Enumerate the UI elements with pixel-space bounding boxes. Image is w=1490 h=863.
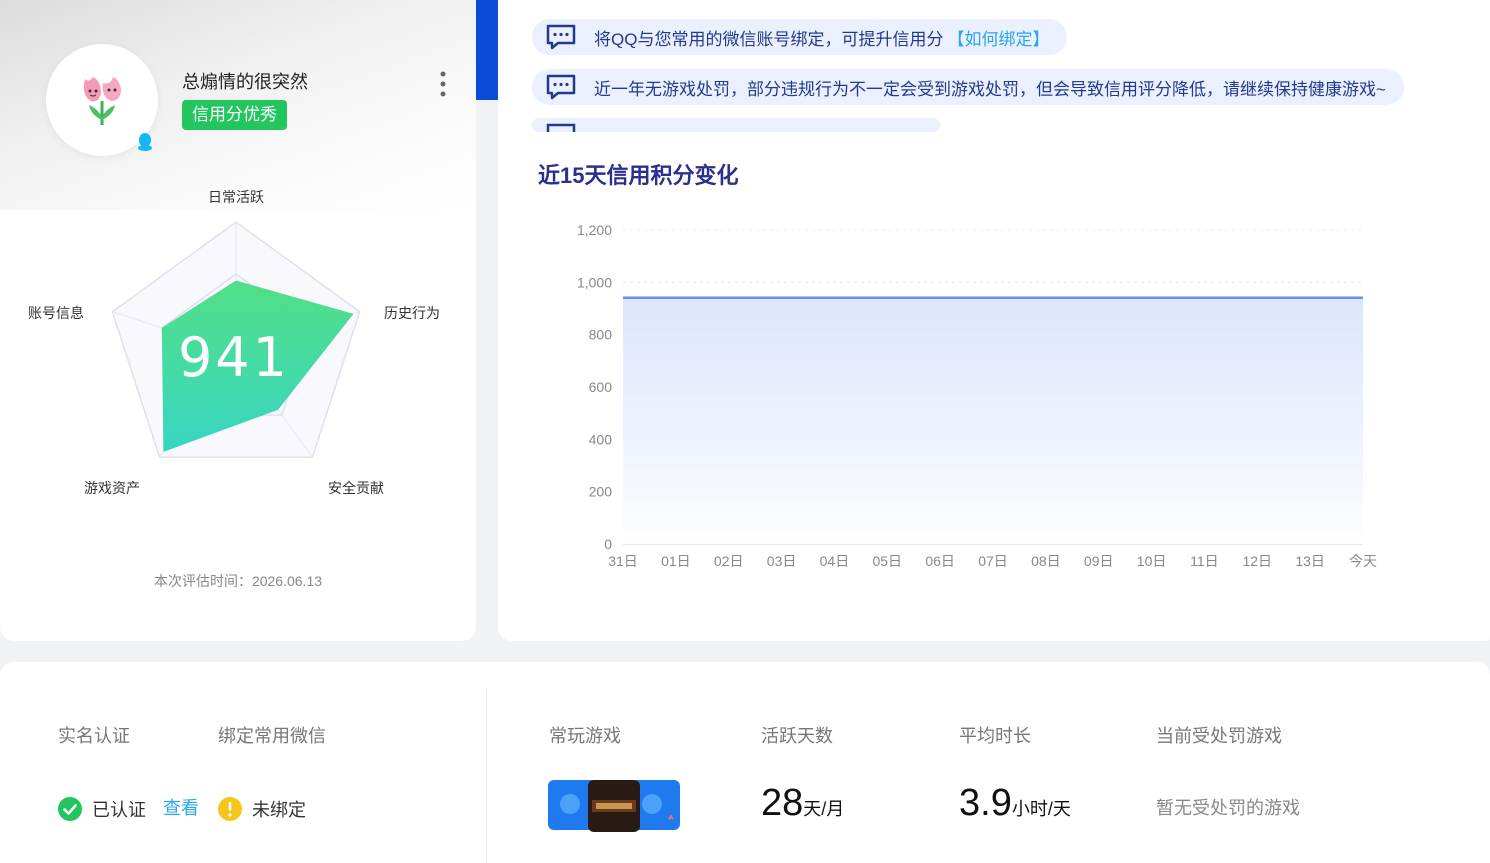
profile-card: 总煽情的很突然 信用分优秀 日常活跃 历史行为 安全贡献 游戏资产 账号信息 9… [0, 0, 476, 641]
frequent-games-icons[interactable] [548, 780, 680, 832]
x-tick-label: 13日 [1295, 553, 1325, 569]
x-tick-label: 09日 [1084, 553, 1114, 569]
y-tick-label: 600 [589, 379, 613, 395]
avg-duration-label: 平均时长 [959, 726, 1031, 746]
area-fill [623, 297, 1363, 544]
credit-line-chart: 0 200 400 600 800 1,000 1,200 31日 01日 02日 03日 04日 05… [577, 222, 1377, 569]
avg-duration-number: 3.9 [959, 782, 1012, 824]
radar-label-assets: 游戏资产 [84, 480, 140, 496]
how-to-bind-link[interactable]: 【如何绑定】 [947, 25, 1049, 50]
x-tick-label: 12日 [1242, 553, 1272, 569]
notice-partial [532, 118, 940, 132]
x-tick-label: 08日 [1031, 553, 1061, 569]
credit-level-badge: 信用分优秀 [182, 100, 287, 130]
wechat-status-text: 未绑定 [252, 800, 306, 820]
x-tick-label: 今天 [1349, 553, 1377, 569]
notice-text: 近一年无游戏处罚，部分违规行为不一定会受到游戏处罚，但会导致信用评分降低，请继续… [594, 79, 1386, 99]
credit-trend-card: 将QQ与您常用的微信账号绑定，可提升信用分 【如何绑定】 近一年无游戏处罚，部分… [498, 0, 1490, 641]
realname-status: 已认证 [58, 796, 146, 822]
x-tick-label: 04日 [820, 553, 850, 569]
x-tick-label: 03日 [767, 553, 797, 569]
message-icon [546, 24, 576, 50]
realname-label: 实名认证 [58, 726, 130, 746]
x-tick-label: 07日 [978, 553, 1008, 569]
nickname: 总煽情的很突然 [182, 72, 308, 92]
x-tick-label: 11日 [1190, 553, 1219, 569]
x-tick-label: 01日 [661, 553, 691, 569]
punished-games-value: 暂无受处罚的游戏 [1156, 798, 1300, 818]
wechat-status: 未绑定 [218, 796, 306, 822]
view-realname-link[interactable]: 查看 [163, 796, 199, 820]
radar-label-history: 历史行为 [384, 305, 440, 321]
message-icon [546, 74, 576, 100]
avg-duration-unit: 小时/天 [1011, 799, 1071, 819]
section-divider [486, 690, 487, 863]
x-tick-label: 10日 [1137, 553, 1167, 569]
notice-no-penalty: 近一年无游戏处罚，部分违规行为不一定会受到游戏处罚，但会导致信用评分降低，请继续… [532, 69, 1404, 105]
header-background [476, 0, 498, 100]
check-circle-icon [58, 797, 82, 821]
tulip-avatar-icon [83, 77, 121, 125]
wechat-bind-label: 绑定常用微信 [218, 726, 326, 746]
notice-bind-wechat[interactable]: 将QQ与您常用的微信账号绑定，可提升信用分 【如何绑定】 [532, 19, 1068, 55]
radar-label-daily: 日常活跃 [208, 189, 264, 205]
y-tick-label: 1,200 [577, 222, 612, 238]
credit-score: 941 [178, 326, 290, 389]
x-tick-label: 06日 [925, 553, 955, 569]
evaluation-time: 本次评估时间：2026.06.13 [153, 573, 323, 589]
warning-circle-icon [218, 797, 242, 821]
realname-status-text: 已认证 [92, 800, 146, 820]
qq-icon [138, 133, 152, 151]
y-tick-label: 800 [589, 327, 613, 343]
x-tick-label: 02日 [714, 553, 744, 569]
x-tick-label: 05日 [872, 553, 902, 569]
y-tick-label: 400 [589, 431, 613, 447]
message-icon [546, 123, 576, 132]
chart-title: 近15天信用积分变化 [538, 163, 739, 188]
active-days-value: 28天/月 [761, 782, 844, 825]
avg-duration-value: 3.9小时/天 [959, 782, 1071, 825]
active-days-number: 28 [761, 782, 804, 824]
radar-label-account: 账号信息 [28, 305, 84, 321]
frequent-games-label: 常玩游戏 [549, 726, 621, 746]
y-tick-label: 1,000 [577, 274, 612, 290]
punished-games-label: 当前受处罚游戏 [1156, 726, 1282, 746]
notice-text: 将QQ与您常用的微信账号绑定，可提升信用分 [594, 29, 944, 49]
x-tick-label: 31日 [608, 553, 638, 569]
more-options-icon[interactable] [436, 70, 450, 98]
account-summary-card: 实名认证 绑定常用微信 已认证 查看 未绑定 常玩游戏 活跃天数 28天/月 平… [0, 662, 1490, 863]
active-days-unit: 天/月 [803, 799, 845, 819]
y-tick-label: 0 [604, 536, 612, 552]
y-tick-label: 200 [589, 484, 613, 500]
active-days-label: 活跃天数 [761, 726, 833, 746]
radar-label-security: 安全贡献 [328, 480, 384, 496]
credit-radar-chart: 日常活跃 历史行为 安全贡献 游戏资产 账号信息 941 [28, 189, 440, 496]
